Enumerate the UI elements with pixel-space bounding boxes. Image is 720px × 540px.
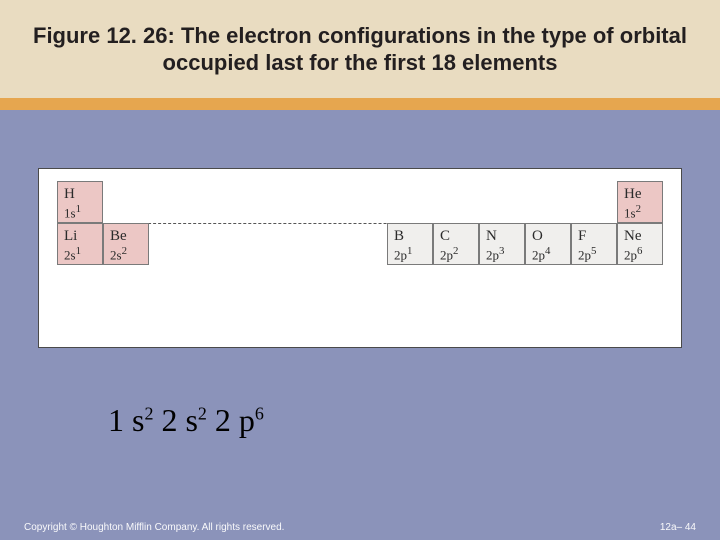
- element-cell-Li: Li 2s1: [57, 223, 103, 265]
- element-config: 2p4: [532, 245, 564, 263]
- element-symbol: O: [532, 228, 564, 245]
- element-symbol: Ne: [624, 228, 656, 245]
- element-config: 1s2: [624, 203, 656, 221]
- element-symbol: B: [394, 228, 426, 245]
- page-number: 12a– 44: [660, 522, 696, 533]
- element-config: 2p2: [440, 245, 472, 263]
- element-cell-Ne: Ne 2p6: [617, 223, 663, 265]
- element-symbol: C: [440, 228, 472, 245]
- figure-title: Figure 12. 26: The electron configuratio…: [28, 22, 692, 77]
- element-cell-H: H 1s1: [57, 181, 103, 223]
- element-cell-F: F 2p5: [571, 223, 617, 265]
- element-cell-O: O 2p4: [525, 223, 571, 265]
- title-band: Figure 12. 26: The electron configuratio…: [0, 0, 720, 98]
- footer: Copyright © Houghton Mifflin Company. Al…: [0, 518, 720, 540]
- accent-stripe: [0, 98, 720, 110]
- element-config: 2p3: [486, 245, 518, 263]
- element-symbol: He: [624, 186, 656, 203]
- element-symbol: F: [578, 228, 610, 245]
- element-cell-C: C 2p2: [433, 223, 479, 265]
- element-symbol: Li: [64, 228, 96, 245]
- element-symbol: Be: [110, 228, 142, 245]
- slide: Figure 12. 26: The electron configuratio…: [0, 0, 720, 540]
- element-config: 2s1: [64, 245, 96, 263]
- element-config: 2s2: [110, 245, 142, 263]
- element-config: 1s1: [64, 203, 96, 221]
- element-cell-B: B 2p1: [387, 223, 433, 265]
- copyright-text: Copyright © Houghton Mifflin Company. Al…: [24, 522, 284, 533]
- element-symbol: H: [64, 186, 96, 203]
- element-config: 2p6: [624, 245, 656, 263]
- element-cell-He: He 1s2: [617, 181, 663, 223]
- element-symbol: N: [486, 228, 518, 245]
- element-cell-Be: Be 2s2: [103, 223, 149, 265]
- element-config: 2p5: [578, 245, 610, 263]
- electron-configuration-summary: 1 s2 2 s2 2 p6: [108, 402, 264, 439]
- element-cell-N: N 2p3: [479, 223, 525, 265]
- periodic-table-figure: H 1s1 He 1s2 Li 2s1 Be 2s2 B 2p1 C 2p2 N…: [38, 168, 682, 348]
- element-config: 2p1: [394, 245, 426, 263]
